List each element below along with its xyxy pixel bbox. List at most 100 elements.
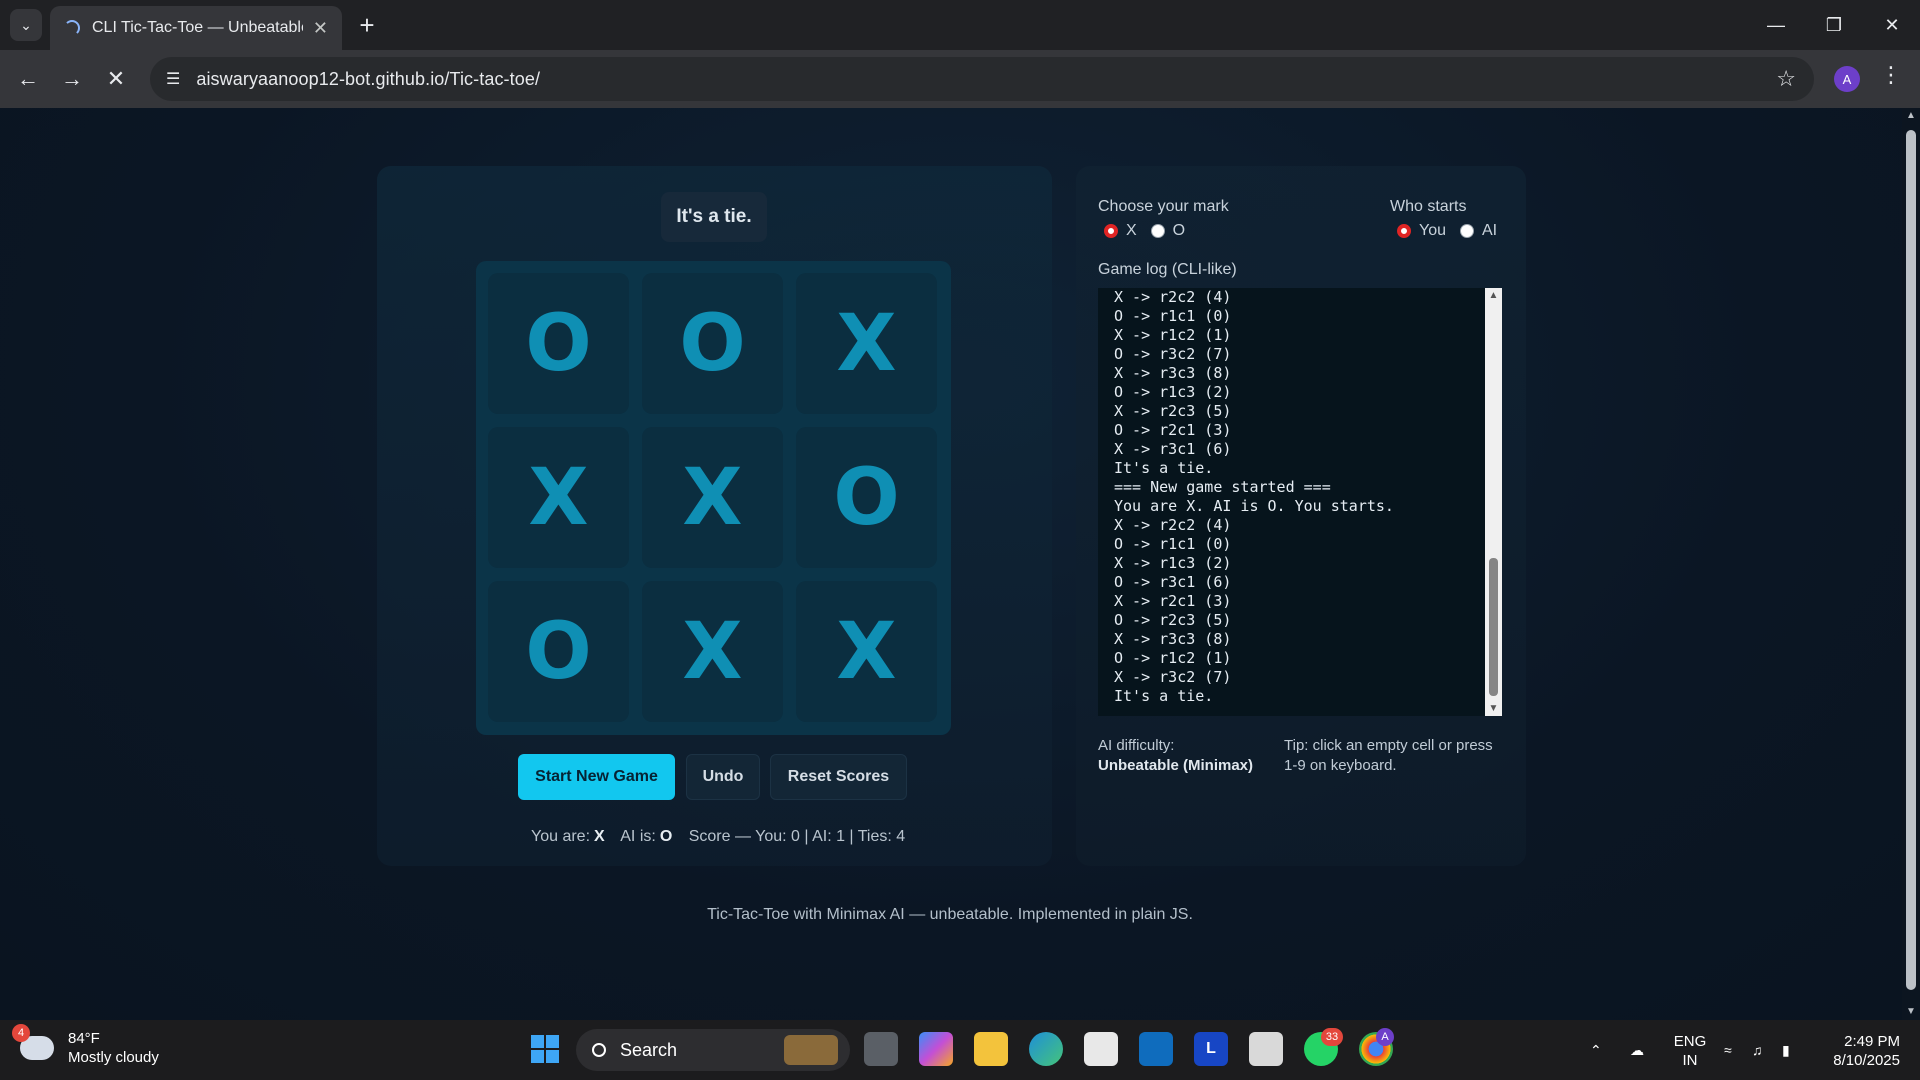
log-line: X -> r3c2 (7): [1114, 668, 1232, 686]
outlook-icon[interactable]: [1139, 1032, 1173, 1066]
start-new-game-button[interactable]: Start New Game: [518, 754, 675, 800]
you-are-label: You are:: [531, 828, 591, 845]
browser-menu-icon[interactable]: ⋮: [1880, 62, 1902, 88]
wifi-icon[interactable]: ≈: [1724, 1020, 1732, 1080]
game-status: It's a tie.: [661, 192, 767, 242]
log-line: O -> r2c3 (5): [1114, 611, 1232, 629]
task-view-icon[interactable]: [864, 1032, 898, 1066]
reset-scores-button[interactable]: Reset Scores: [770, 754, 907, 800]
log-line: X -> r1c3 (2): [1114, 554, 1232, 572]
windows-start-icon[interactable]: [528, 1032, 562, 1066]
score-text: Score — You: 0 | AI: 1 | Ties: 4: [688, 828, 906, 845]
starts-radio-group: You AI: [1397, 222, 1511, 240]
player-mark: X: [594, 828, 605, 845]
game-log-scroll-thumb[interactable]: [1489, 558, 1498, 696]
snipping-tool-icon[interactable]: [1249, 1032, 1283, 1066]
clock-date: 8/10/2025: [1833, 1052, 1900, 1069]
mark-option-o[interactable]: O: [1150, 222, 1185, 240]
chrome-profile-badge: A: [1376, 1028, 1394, 1046]
onedrive-offline-icon[interactable]: ☁: [1630, 1020, 1644, 1080]
whatsapp-notification-badge: 33: [1321, 1028, 1343, 1046]
game-log-scrollbar[interactable]: ▲ ▼: [1485, 288, 1502, 716]
weather-badge: 4: [12, 1024, 30, 1042]
log-line: X -> r2c3 (5): [1114, 402, 1232, 420]
radio-x[interactable]: [1104, 224, 1118, 238]
page-scrollbar[interactable]: ▲ ▼: [1902, 108, 1920, 1020]
page-viewport: It's a tie. O O X X X O O X X Start New …: [0, 108, 1920, 1020]
log-line: X -> r1c2 (1): [1114, 326, 1232, 344]
log-line: You are X. AI is O. You starts.: [1114, 497, 1394, 515]
taskbar-search[interactable]: Search: [576, 1029, 850, 1071]
copilot-icon[interactable]: [919, 1032, 953, 1066]
board-cell[interactable]: X: [796, 581, 937, 722]
bookmark-star-icon[interactable]: ☆: [1776, 66, 1796, 92]
log-line: O -> r1c3 (2): [1114, 383, 1232, 401]
tip-line-1: Tip: click an empty cell or press: [1284, 737, 1493, 754]
board-cell[interactable]: X: [642, 427, 783, 568]
tab-close-icon[interactable]: ✕: [313, 18, 328, 39]
ai-is-label: AI is:: [620, 828, 656, 845]
microsoft-store-icon[interactable]: [1084, 1032, 1118, 1066]
back-arrow-icon[interactable]: ←: [12, 63, 44, 95]
volume-icon[interactable]: ♫: [1752, 1020, 1763, 1080]
mark-option-x-label: X: [1126, 222, 1137, 239]
board-cell[interactable]: O: [488, 581, 629, 722]
board-cell[interactable]: O: [488, 273, 629, 414]
search-icon: [592, 1043, 606, 1057]
weather-temp: 84°F: [68, 1030, 100, 1047]
board-cell[interactable]: X: [642, 581, 783, 722]
system-clock[interactable]: 2:49 PM 8/10/2025: [1820, 1032, 1900, 1070]
mark-option-x[interactable]: X: [1104, 222, 1137, 240]
radio-ai[interactable]: [1460, 224, 1474, 238]
edge-browser-icon[interactable]: [1029, 1032, 1063, 1066]
game-log[interactable]: X -> r2c2 (4) O -> r1c1 (0) X -> r1c2 (1) O…: [1098, 288, 1502, 716]
undo-button[interactable]: Undo: [686, 754, 760, 800]
board-cell[interactable]: X: [796, 273, 937, 414]
profile-avatar[interactable]: A: [1834, 66, 1860, 92]
radio-you[interactable]: [1397, 224, 1411, 238]
game-log-lines: X -> r2c2 (4) O -> r1c1 (0) X -> r1c2 (1) O…: [1114, 288, 1474, 716]
difficulty-label: AI difficulty:: [1098, 737, 1175, 754]
starts-option-you-label: You: [1419, 222, 1446, 239]
site-settings-icon[interactable]: ☰: [166, 69, 180, 89]
new-tab-plus-icon[interactable]: +: [352, 10, 382, 40]
language-indicator[interactable]: ENG IN: [1672, 1032, 1708, 1070]
log-line: === New game started ===: [1114, 478, 1331, 496]
l-app-icon[interactable]: L: [1194, 1032, 1228, 1066]
starts-option-ai[interactable]: AI: [1460, 222, 1497, 240]
game-board: O O X X X O O X X: [476, 261, 951, 735]
taskbar-search-label: Search: [620, 1039, 678, 1060]
board-cell[interactable]: O: [796, 427, 937, 568]
address-bar[interactable]: ☰ aiswaryaanoop12-bot.github.io/Tic-tac-…: [150, 57, 1814, 101]
battery-icon[interactable]: ▮: [1782, 1020, 1790, 1080]
url-text[interactable]: aiswaryaanoop12-bot.github.io/Tic-tac-to…: [196, 69, 540, 90]
file-explorer-icon[interactable]: [974, 1032, 1008, 1066]
clock-time: 2:49 PM: [1844, 1033, 1900, 1050]
weather-desc: Mostly cloudy: [68, 1049, 159, 1066]
tab-search-chevron-icon[interactable]: ⌄: [10, 9, 42, 41]
scroll-down-arrow-icon[interactable]: ▼: [1488, 703, 1499, 714]
browser-tab-active[interactable]: CLI Tic-Tac-Toe — Unbeatable AI ✕: [50, 6, 342, 50]
windows-taskbar: 4 84°F Mostly cloudy Search L 33 A ⌃ ☁ E…: [0, 1020, 1920, 1080]
radio-o[interactable]: [1150, 224, 1165, 238]
starts-option-you[interactable]: You: [1397, 222, 1446, 240]
restore-window-icon[interactable]: ❐: [1806, 0, 1862, 50]
board-cell[interactable]: O: [642, 273, 783, 414]
browser-tab-bar: ⌄ CLI Tic-Tac-Toe — Unbeatable AI ✕ + — …: [0, 0, 1920, 50]
tray-chevron-up-icon[interactable]: ⌃: [1590, 1020, 1602, 1080]
log-line: It's a tie.: [1114, 459, 1214, 477]
log-line: X -> r2c2 (4): [1114, 288, 1232, 306]
difficulty-value: Unbeatable (Minimax): [1098, 757, 1254, 774]
forward-arrow-icon[interactable]: →: [56, 63, 88, 95]
board-cell[interactable]: X: [488, 427, 629, 568]
page-scroll-down-icon[interactable]: ▼: [1905, 1006, 1917, 1018]
page-scroll-up-icon[interactable]: ▲: [1905, 110, 1917, 122]
weather-widget[interactable]: 4 84°F Mostly cloudy: [12, 1024, 159, 1067]
page-scroll-thumb[interactable]: [1906, 130, 1916, 990]
minimize-icon[interactable]: —: [1748, 0, 1804, 50]
scroll-up-arrow-icon[interactable]: ▲: [1488, 290, 1499, 301]
stop-loading-icon[interactable]: ✕: [100, 63, 132, 95]
close-window-icon[interactable]: ✕: [1864, 0, 1920, 50]
log-line: X -> r3c3 (8): [1114, 630, 1232, 648]
search-highlight-image: [784, 1035, 838, 1065]
